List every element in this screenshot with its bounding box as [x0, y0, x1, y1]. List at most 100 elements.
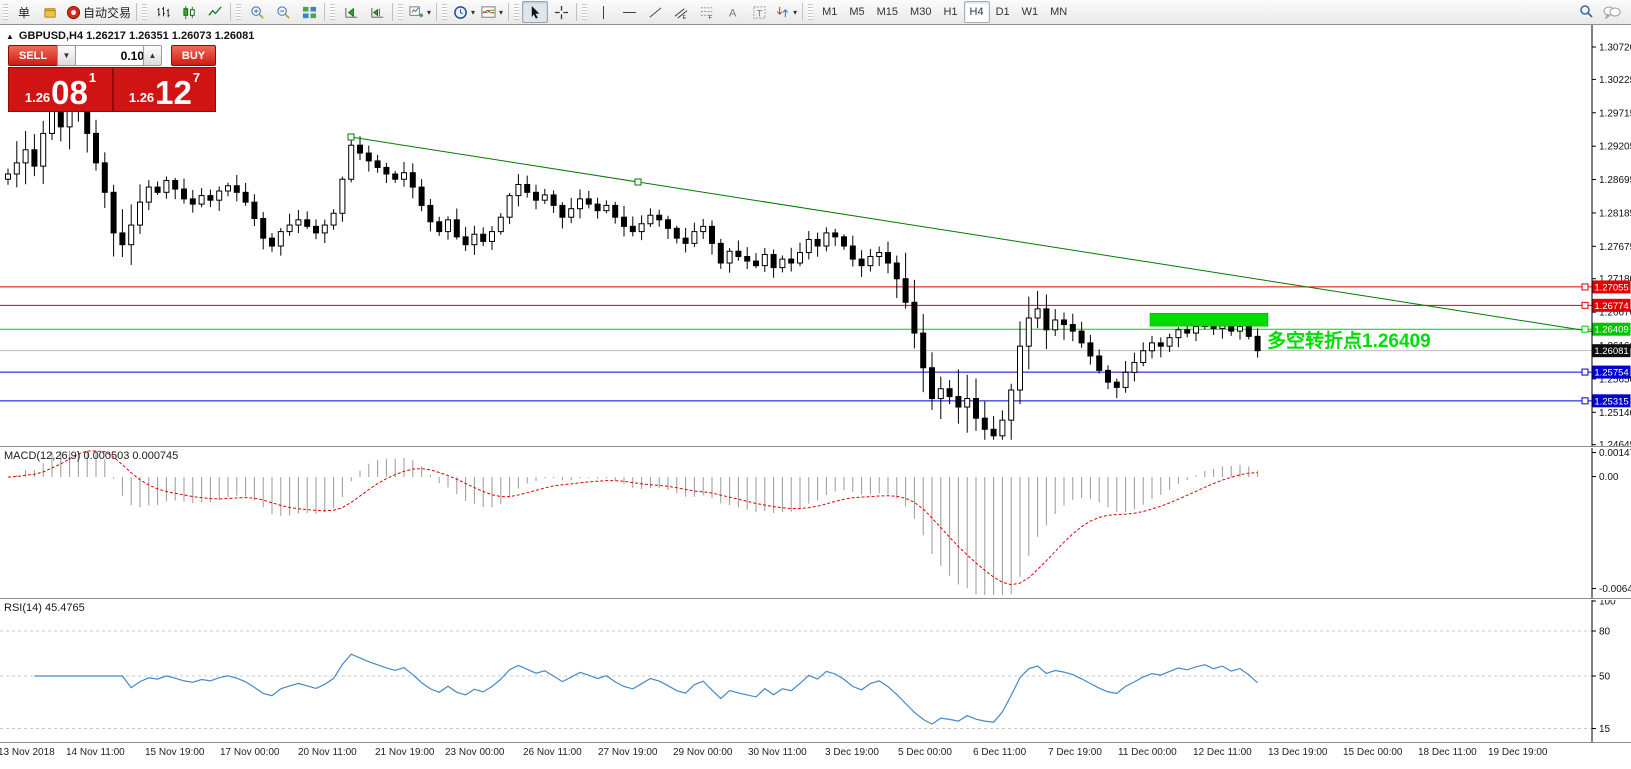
- cursor-button[interactable]: [522, 1, 548, 23]
- candle-chart-button[interactable]: [176, 1, 202, 23]
- toolbar-grip[interactable]: [236, 4, 241, 20]
- trendline-anchor[interactable]: [348, 134, 354, 140]
- volume-decrease-button[interactable]: ▼: [57, 45, 76, 66]
- templates-button[interactable]: ▾: [478, 1, 506, 23]
- level-endpoint-marker[interactable]: [1582, 369, 1588, 375]
- time-axis-label: 26 Nov 11:00: [523, 747, 582, 758]
- arrows-button[interactable]: ▾: [772, 1, 800, 23]
- buy-button[interactable]: BUY: [171, 45, 216, 66]
- timeframe-button-w1[interactable]: W1: [1016, 1, 1045, 23]
- timeframe-button-m30[interactable]: M30: [904, 1, 937, 23]
- sell-price-display[interactable]: 1.26 08 1: [8, 67, 113, 112]
- candle: [1000, 420, 1005, 436]
- new-order-button[interactable]: 单: [11, 1, 37, 23]
- autotrade-button[interactable]: 自动交易: [63, 1, 134, 23]
- timeframe-button-m5[interactable]: M5: [843, 1, 870, 23]
- candle: [498, 217, 503, 231]
- timeframe-button-mn[interactable]: MN: [1044, 1, 1073, 23]
- toolbar-grip[interactable]: [3, 4, 8, 20]
- one-click-trading-panel: SELL ▼ ▲ BUY 1.26 08 1 1.26 12 7: [8, 45, 214, 107]
- dropdown-arrow-icon[interactable]: ▾: [793, 8, 797, 17]
- annotation-text[interactable]: 多空转折点1.26409: [1267, 329, 1431, 352]
- toolbar-grip[interactable]: [330, 4, 335, 20]
- search-icon-button[interactable]: [1573, 1, 1599, 23]
- timeframe-button-d1[interactable]: D1: [990, 1, 1016, 23]
- candle: [727, 251, 732, 263]
- candle: [138, 202, 143, 225]
- trendline-anchor[interactable]: [635, 179, 641, 185]
- candle: [32, 150, 37, 166]
- candle: [305, 220, 310, 227]
- zoom-in-button[interactable]: [244, 1, 270, 23]
- volume-increase-button[interactable]: ▲: [143, 45, 162, 66]
- tile-windows-button[interactable]: [296, 1, 322, 23]
- dropdown-arrow-icon[interactable]: ▾: [471, 8, 475, 17]
- level-endpoint-marker[interactable]: [1582, 302, 1588, 308]
- volume-input[interactable]: [75, 45, 149, 66]
- auto-scroll-button[interactable]: [338, 1, 364, 23]
- vertical-line-button[interactable]: [590, 1, 616, 23]
- toolbar-grip[interactable]: [442, 4, 447, 20]
- candle: [903, 279, 908, 303]
- periods-button[interactable]: ▾: [450, 1, 478, 23]
- svg-text:E: E: [682, 15, 686, 20]
- template-icon: [481, 5, 496, 20]
- horizontal-line-button[interactable]: [616, 1, 642, 23]
- level-endpoint-marker[interactable]: [1582, 398, 1588, 404]
- text-label-button[interactable]: T: [746, 1, 772, 23]
- time-axis-label: 6 Dec 11:00: [973, 747, 1026, 758]
- highlight-rectangle[interactable]: [1150, 313, 1268, 326]
- price-axis-tick: 1.28185: [1599, 208, 1631, 219]
- line-chart-button[interactable]: [202, 1, 228, 23]
- candle: [604, 205, 609, 210]
- textA-icon: A: [726, 5, 741, 20]
- level-endpoint-marker[interactable]: [1582, 284, 1588, 290]
- toolbar-grip[interactable]: [514, 4, 519, 20]
- toolbar-grip[interactable]: [142, 4, 147, 20]
- new-chart-button[interactable]: ▾: [406, 1, 434, 23]
- collapse-panel-icon[interactable]: ▲: [6, 32, 14, 41]
- candle: [384, 167, 389, 174]
- buy-price-display[interactable]: 1.26 12 7: [113, 67, 216, 112]
- toolbar-grip[interactable]: [808, 4, 813, 20]
- main-chart-canvas[interactable]: 多空转折点1.264091.307201.302251.297151.29205…: [0, 25, 1631, 446]
- toolbar-grip[interactable]: [582, 4, 587, 20]
- bar-chart-button[interactable]: [150, 1, 176, 23]
- trendline[interactable]: [351, 137, 1592, 332]
- fibo-icon: F: [700, 5, 715, 20]
- chat-icon-button[interactable]: [1599, 1, 1625, 23]
- candle: [507, 196, 512, 218]
- dropdown-arrow-icon[interactable]: ▾: [499, 8, 503, 17]
- fibonacci-button[interactable]: F: [694, 1, 720, 23]
- trendline-button[interactable]: [642, 1, 668, 23]
- chart-shift-button[interactable]: [364, 1, 390, 23]
- level-endpoint-marker[interactable]: [1582, 326, 1588, 332]
- timeframe-button-h4[interactable]: H4: [964, 1, 990, 23]
- dropdown-arrow-icon[interactable]: ▾: [427, 8, 431, 17]
- rsi-indicator-canvas[interactable]: 100805015: [0, 600, 1631, 742]
- time-axis-label: 29 Nov 00:00: [673, 747, 733, 758]
- journal-icon-button[interactable]: [37, 1, 63, 23]
- candle: [1079, 331, 1084, 343]
- sell-button[interactable]: SELL: [8, 45, 58, 66]
- candle: [428, 205, 433, 221]
- time-axis[interactable]: 13 Nov 201814 Nov 11:0015 Nov 19:0017 No…: [0, 742, 1631, 769]
- toolbar-grip[interactable]: [398, 4, 403, 20]
- text-button[interactable]: A: [720, 1, 746, 23]
- candle: [120, 233, 125, 245]
- zoom-out-button[interactable]: [270, 1, 296, 23]
- timeframe-button-h1[interactable]: H1: [937, 1, 963, 23]
- timeframe-button-m15[interactable]: M15: [871, 1, 904, 23]
- shapes-icon: [775, 5, 790, 20]
- chart-symbol-info: ▲ GBPUSD,H4 1.26217 1.26351 1.26073 1.26…: [6, 30, 254, 42]
- time-axis-label: 18 Dec 11:00: [1418, 747, 1477, 758]
- price-axis-tick: 1.25140: [1599, 408, 1631, 419]
- candle: [683, 238, 688, 243]
- price-label-text: 1.26081: [1594, 346, 1628, 357]
- macd-indicator-canvas[interactable]: 0.001470.00-0.00641: [0, 448, 1631, 598]
- crosshair-button[interactable]: [548, 1, 574, 23]
- candle: [789, 259, 794, 263]
- time-axis-label: 20 Nov 11:00: [298, 747, 357, 758]
- timeframe-button-m1[interactable]: M1: [816, 1, 843, 23]
- channel-button[interactable]: E: [668, 1, 694, 23]
